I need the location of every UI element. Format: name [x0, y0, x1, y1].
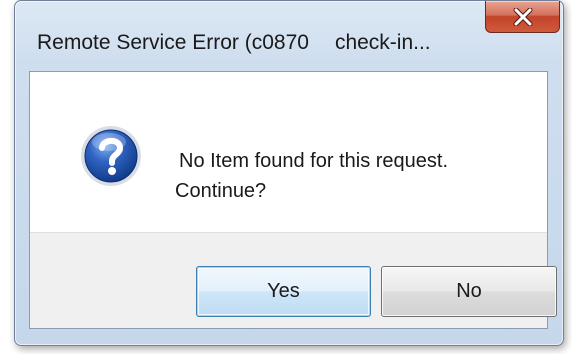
yes-button[interactable]: Yes: [196, 266, 371, 317]
window-title-part1: Remote Service Error (c0870: [37, 31, 309, 54]
close-button[interactable]: [485, 1, 560, 33]
message-question: Continue?: [175, 180, 267, 202]
message-area: No Item found for this request. Continue…: [30, 72, 547, 232]
dialog-window: Remote Service Error (c0870 check-in...: [14, 0, 564, 346]
question-icon: [79, 124, 143, 188]
title-bar[interactable]: Remote Service Error (c0870 check-in...: [15, 1, 563, 71]
message-text: No Item found for this request.: [179, 150, 449, 172]
window-title-part2: check-in...: [334, 31, 431, 54]
window-title: Remote Service Error (c0870 check-in...: [37, 31, 431, 55]
close-icon: [512, 7, 534, 26]
dialog-client-area: No Item found for this request. Continue…: [29, 71, 557, 329]
no-button[interactable]: No: [381, 266, 557, 317]
button-bar: Yes No: [30, 232, 557, 328]
